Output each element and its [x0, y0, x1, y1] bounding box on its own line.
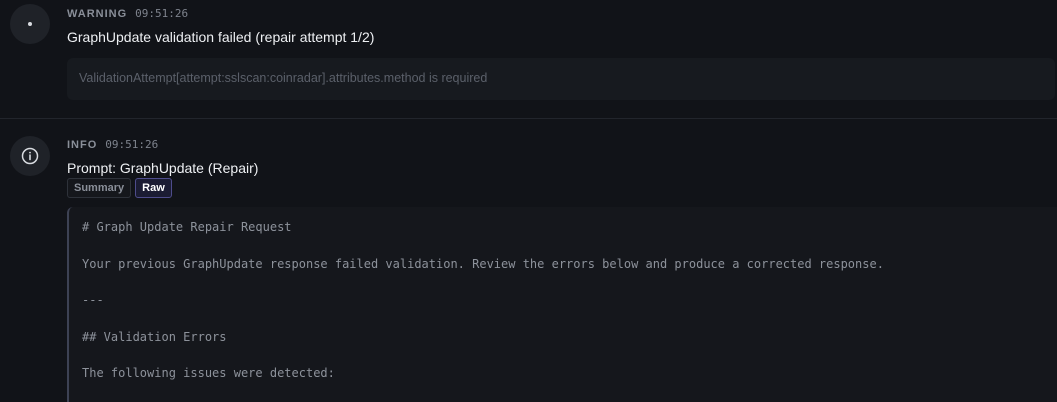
timestamp: 09:51:26 — [135, 7, 189, 20]
entry-meta: INFO 09:51:26 — [67, 138, 158, 151]
raw-prompt-block: # Graph Update Repair Request Your previ… — [67, 207, 1057, 402]
timestamp: 09:51:26 — [105, 138, 159, 151]
level-label: WARNING — [67, 8, 128, 20]
error-detail-text: ValidationAttempt[attempt:sslscan:coinra… — [79, 71, 488, 85]
entry-title: GraphUpdate validation failed (repair at… — [67, 29, 375, 45]
view-tabs: Summary Raw — [67, 178, 172, 198]
log-entry-info: INFO 09:51:26 Prompt: GraphUpdate (Repai… — [0, 119, 1057, 402]
info-icon — [21, 147, 39, 165]
code-line: Your previous GraphUpdate response faile… — [82, 257, 884, 271]
code-line: ## Validation Errors — [82, 330, 227, 344]
dot-icon — [28, 22, 32, 26]
level-label: INFO — [67, 139, 98, 151]
code-line: --- — [82, 293, 104, 307]
warning-indicator — [10, 4, 50, 44]
code-line: The following issues were detected: — [82, 366, 335, 380]
entry-meta: WARNING 09:51:26 — [67, 7, 188, 20]
code-line: # Graph Update Repair Request — [82, 220, 292, 234]
error-detail-box: ValidationAttempt[attempt:sslscan:coinra… — [67, 58, 1055, 100]
log-viewer: WARNING 09:51:26 GraphUpdate validation … — [0, 0, 1057, 402]
log-entry-warning: WARNING 09:51:26 GraphUpdate validation … — [0, 0, 1057, 118]
entry-title: Prompt: GraphUpdate (Repair) — [67, 160, 259, 176]
tab-summary[interactable]: Summary — [67, 178, 132, 198]
info-indicator — [10, 136, 50, 176]
tab-raw[interactable]: Raw — [135, 178, 172, 198]
